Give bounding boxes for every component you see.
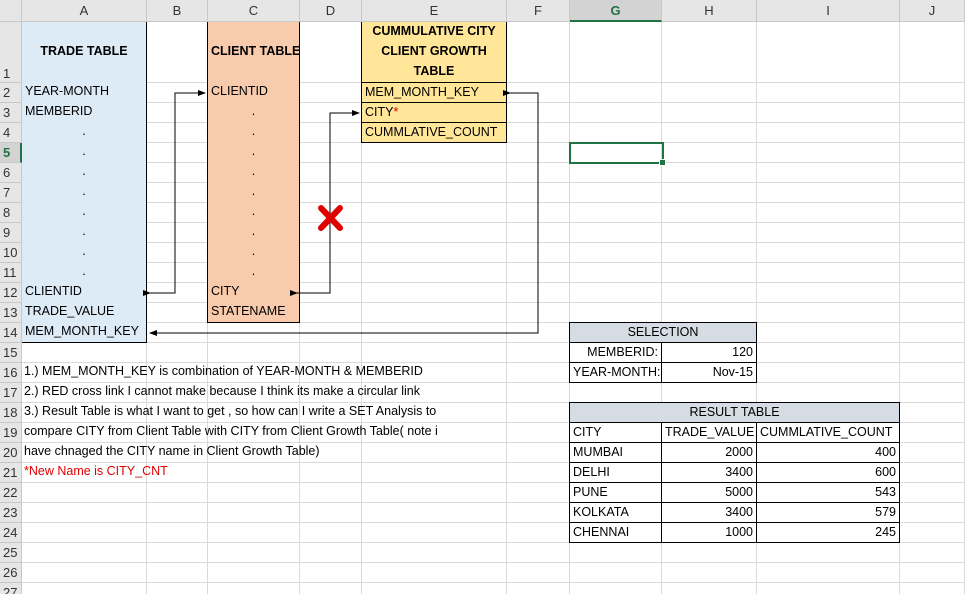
row-header-21[interactable]: 21 [0, 463, 22, 483]
column-header-i[interactable]: I [757, 0, 900, 22]
row-header-25[interactable]: 25 [0, 543, 22, 563]
row-header-13[interactable]: 13 [0, 303, 22, 323]
column-header-h[interactable]: H [662, 0, 757, 22]
row-header-18[interactable]: 18 [0, 403, 22, 423]
column-header-j[interactable]: J [900, 0, 965, 22]
row-header-23[interactable]: 23 [0, 503, 22, 523]
row-header-20[interactable]: 20 [0, 443, 22, 463]
selected-cell-g5[interactable] [569, 142, 666, 166]
column-header-g[interactable]: G [570, 0, 662, 22]
row-header-8[interactable]: 8 [0, 203, 22, 223]
select-all-corner[interactable] [0, 0, 22, 22]
column-header-b[interactable]: B [147, 0, 208, 22]
row-header-26[interactable]: 26 [0, 563, 22, 583]
row-header-11[interactable]: 11 [0, 263, 22, 283]
row-header-2[interactable]: 2 [0, 83, 22, 103]
row-header-14[interactable]: 14 [0, 323, 22, 343]
column-header-c[interactable]: C [208, 0, 300, 22]
arrow-clientid-link [143, 90, 206, 296]
row-header-10[interactable]: 10 [0, 243, 22, 263]
row-header-24[interactable]: 24 [0, 523, 22, 543]
arrow-mem-month-key-link [149, 90, 539, 336]
row-header-22[interactable]: 22 [0, 483, 22, 503]
row-header-19[interactable]: 19 [0, 423, 22, 443]
row-header-27[interactable]: 27 [0, 583, 22, 594]
spreadsheet[interactable]: TRADE TABLE YEAR-MONTH MEMBERID........ CLI… [0, 0, 965, 594]
row-header-17[interactable]: 17 [0, 383, 22, 403]
column-header-e[interactable]: E [362, 0, 507, 22]
column-header-a[interactable]: A [22, 0, 147, 22]
row-header-6[interactable]: 6 [0, 163, 22, 183]
row-header-12[interactable]: 12 [0, 283, 22, 303]
relationship-arrows [143, 90, 539, 336]
row-header-15[interactable]: 15 [0, 343, 22, 363]
arrow-city-link [290, 110, 360, 296]
column-header-f[interactable]: F [507, 0, 570, 22]
row-header-7[interactable]: 7 [0, 183, 22, 203]
row-header-4[interactable]: 4 [0, 123, 22, 143]
row-header-5[interactable]: 5 [0, 143, 22, 163]
row-header-1[interactable]: 1 [0, 22, 22, 83]
column-header-d[interactable]: D [300, 0, 362, 22]
row-header-16[interactable]: 16 [0, 363, 22, 383]
row-header-9[interactable]: 9 [0, 223, 22, 243]
row-header-3[interactable]: 3 [0, 103, 22, 123]
